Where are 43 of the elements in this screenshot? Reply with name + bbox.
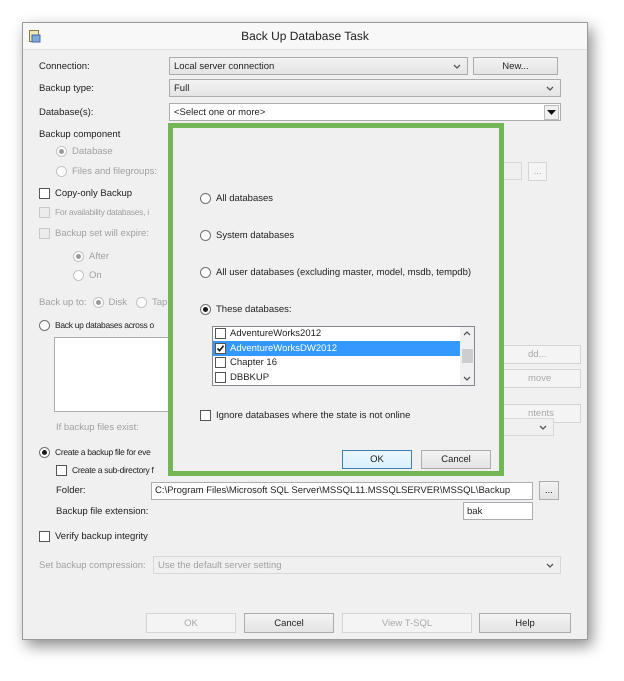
field-label: Back up to: — [39, 296, 87, 308]
database-scope-radio[interactable]: System databases — [200, 230, 294, 241]
across-urls-radio[interactable]: Back up databases across o — [39, 320, 154, 330]
ignore-offline-checkbox[interactable]: Ignore databases where the state is not online — [200, 410, 410, 421]
database-scope-radio[interactable]: These databases: — [200, 304, 292, 315]
field-label: Backup type: — [39, 82, 95, 94]
per-database-radio[interactable]: Create a backup file for eve — [39, 446, 151, 458]
connection-dropdown[interactable]: Local server connection — [169, 57, 468, 75]
chevron-icon — [539, 424, 547, 430]
checkmark-icon — [216, 344, 225, 353]
database-list-item[interactable]: AdventureWorks2012 — [213, 326, 460, 341]
backup-type-dropdown[interactable]: Full — [169, 79, 561, 97]
database-list-item[interactable]: DBBKUP — [213, 370, 460, 384]
databases-dropdown[interactable]: <Select one or more> — [169, 103, 561, 121]
new-button[interactable]: New... — [473, 57, 558, 75]
option-checkbox[interactable]: Copy-only Backup — [39, 188, 132, 198]
field-label: Folder: — [56, 485, 87, 496]
scroll-up-icon — [463, 330, 471, 336]
scroll-down-icon — [463, 376, 471, 380]
field-label: Connection: — [39, 60, 91, 72]
database-icon — [29, 30, 41, 42]
database-list-item[interactable]: Chapter 16 — [213, 356, 460, 370]
field-label: Database(s): — [39, 106, 94, 118]
verify-checkbox[interactable]: Verify backup integrity — [39, 530, 148, 542]
extension-field[interactable]: bak — [463, 502, 533, 520]
chevron-icon — [546, 86, 554, 90]
dialog-button[interactable]: Help — [479, 613, 571, 633]
field-label: If backup files exist: — [56, 422, 140, 432]
subdirectory-checkbox[interactable]: Create a sub-directory f — [56, 464, 154, 476]
field-label: Set backup compression: — [39, 560, 147, 570]
chevron-icon — [453, 64, 461, 68]
folder-field[interactable]: C:\Program Files\Microsoft SQL Server\MSSQL11.MSSQLSERVER\MSSQL\Backup — [151, 482, 533, 500]
popup-button[interactable]: OK — [342, 450, 412, 468]
database-scope-radio[interactable]: All user databases (excluding master, model, msdb, tempdb) — [200, 267, 472, 278]
browse-button[interactable]: ... — [539, 481, 559, 500]
window-title: Back Up Database Task — [240, 29, 370, 43]
scroll-thumb[interactable] — [462, 348, 472, 362]
chevron-icon — [546, 562, 554, 568]
popup-button[interactable]: Cancel — [421, 450, 491, 468]
field-label: Backup file extension: — [56, 506, 150, 516]
database-scope-radio[interactable]: All databases — [200, 192, 274, 204]
section-label: Backup component — [39, 128, 120, 140]
dialog-button[interactable]: Cancel — [244, 613, 334, 633]
